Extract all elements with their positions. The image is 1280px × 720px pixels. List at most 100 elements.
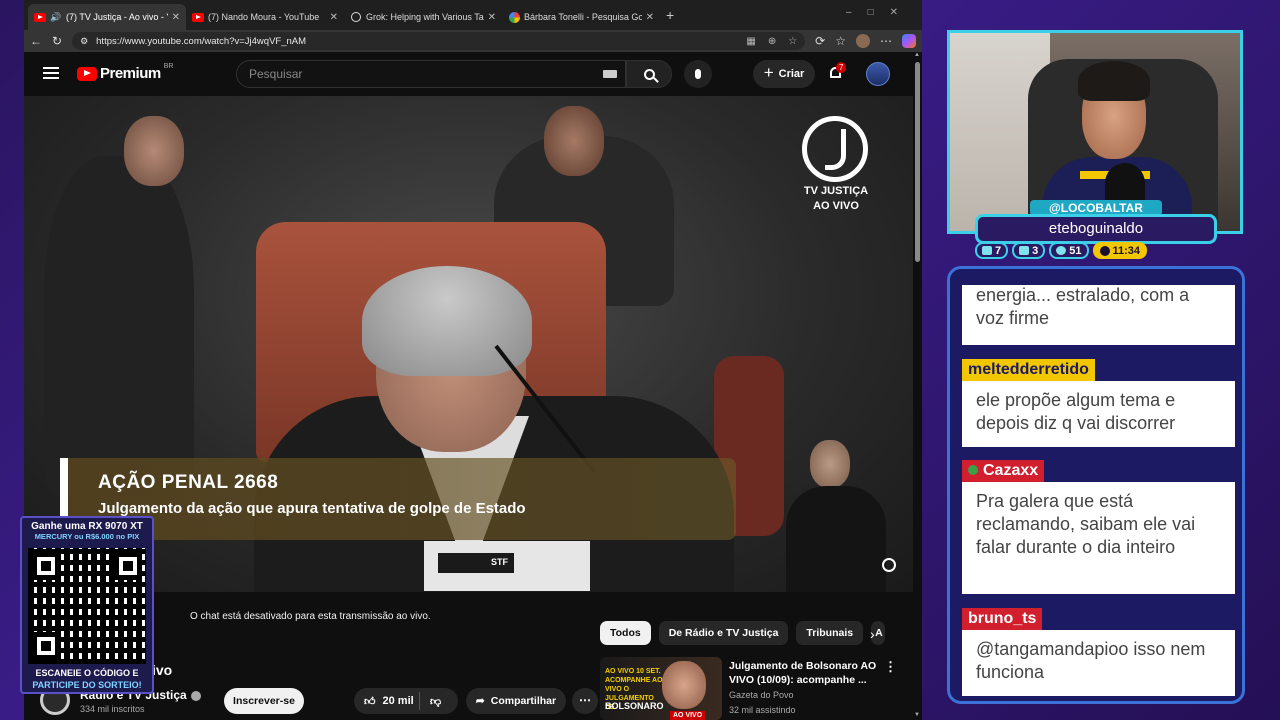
page-scrollbar[interactable]: ▲ ▼ [913, 52, 922, 720]
close-icon[interactable]: ✕ [646, 12, 654, 23]
microphone-icon [695, 69, 701, 79]
lower-third-caption: AÇÃO PENAL 2668 Julgamento da ação que a… [60, 458, 736, 540]
tab-title: (7) TV Justiça - Ao vivo - YouTube [66, 12, 168, 22]
chat-username: Cazaxx [962, 460, 1045, 482]
chat-username-text: Cazaxx [983, 462, 1039, 479]
stat-video: 3 [1012, 242, 1046, 259]
search-input[interactable]: Pesquisar [236, 60, 626, 88]
watermark-line1: TV JUSTIÇA [803, 185, 869, 197]
notifications-button[interactable]: 7 [827, 62, 847, 84]
chat-username: bruno_ts [962, 608, 1043, 630]
back-icon[interactable]: ← [30, 34, 42, 48]
chip-channel[interactable]: De Rádio e TV Justiça [658, 621, 789, 645]
chip-tribunais[interactable]: Tribunais [796, 621, 864, 645]
speaker-icon[interactable]: 🔊 [50, 11, 62, 23]
like-count: 20 mil [382, 695, 414, 707]
star-icon[interactable]: ☆ [788, 36, 797, 47]
youtube-play-icon [77, 66, 97, 81]
promo-subline: MERCURY ou R$6.000 no PIX [34, 532, 140, 541]
stat-chat: 7 [975, 242, 1009, 259]
video-player[interactable]: TV JUSTIÇA AO VIVO AÇÃO PENAL 2668 Julga… [24, 96, 914, 592]
favorites-icon[interactable]: ☆ [835, 34, 846, 48]
close-icon[interactable]: ✕ [330, 12, 338, 23]
watermark-line2: AO VIVO [813, 200, 859, 212]
keyboard-icon[interactable] [603, 70, 617, 78]
stat-value: 11:34 [1112, 244, 1141, 257]
scroll-down-icon[interactable]: ▼ [914, 712, 920, 718]
chip-todos[interactable]: Todos [600, 621, 651, 645]
caption-subtitle: Julgamento da ação que apura tentativa d… [98, 500, 526, 517]
youtube-logo[interactable]: Premium BR [77, 63, 174, 82]
youtube-icon [192, 11, 204, 23]
stat-value: 51 [1069, 244, 1082, 257]
reload-icon[interactable]: ↻ [52, 34, 62, 48]
chat-message-text: @tangamandapioo isso nem funciona [976, 639, 1206, 682]
tab-grok[interactable]: Grok: Helping with Various Tasks ✕ [344, 4, 502, 30]
copilot-icon[interactable] [902, 34, 916, 48]
url-field[interactable]: ⚙ https://www.youtube.com/watch?v=Jj4wqV… [72, 32, 806, 50]
tab-nando-moura[interactable]: (7) Nando Moura - YouTube ✕ [186, 4, 344, 30]
giveaway-qr-overlay: Ganhe uma RX 9070 XT MERCURY ou R$6.000 … [20, 516, 154, 694]
plus-icon: + [763, 63, 774, 82]
badge-icon [968, 465, 978, 475]
video-icon [1019, 246, 1030, 255]
window-controls[interactable]: –□✕ [846, 7, 914, 18]
profile-avatar[interactable] [856, 34, 870, 48]
tab-tv-justica[interactable]: 🔊 (7) TV Justiça - Ao vivo - YouTube ✕ [28, 4, 186, 30]
close-icon[interactable]: ✕ [172, 12, 180, 23]
youtube-icon [34, 11, 46, 23]
hamburger-menu-icon[interactable] [43, 67, 59, 79]
notification-badge: 7 [836, 62, 847, 73]
recommended-channel[interactable]: Gazeta do Povo [729, 690, 794, 700]
interpreter-face [810, 440, 850, 488]
zoom-icon[interactable]: ⊕ [768, 36, 776, 47]
create-label: Criar [778, 68, 805, 80]
more-menu-icon[interactable]: ⋯ [880, 34, 892, 48]
recommended-title[interactable]: Julgamento de Bolsonaro AO VIVO (10/09):… [729, 659, 877, 687]
more-actions-button[interactable]: ⋯ [572, 688, 598, 714]
stf-nameplate: STF [424, 541, 590, 591]
scroll-up-icon[interactable]: ▲ [914, 52, 920, 58]
search-icon [643, 68, 655, 80]
background-person [44, 156, 194, 496]
more-vertical-icon[interactable]: ⋮ [884, 659, 897, 675]
background-face [124, 116, 184, 186]
background-face [544, 106, 604, 176]
subscribe-button[interactable]: Inscrever-se [224, 688, 304, 714]
users-icon [1056, 246, 1067, 255]
video-thumbnail[interactable]: AO VIVO 10 SET. ACOMPANHE AO VIVO O JULG… [600, 657, 722, 720]
apps-icon[interactable]: ▦ [746, 36, 755, 47]
chat-username: meltedderretido [962, 359, 1095, 381]
search-placeholder: Pesquisar [249, 67, 303, 81]
voice-search-button[interactable] [684, 60, 712, 88]
thumbs-down-icon: 👎︎ [430, 695, 442, 708]
logo-region: BR [163, 63, 174, 70]
tab-google[interactable]: Bárbara Tonelli - Pesquisa Google ✕ [502, 4, 660, 30]
stat-timer: 11:34 [1092, 242, 1148, 259]
site-info-icon[interactable]: ⚙ [80, 36, 88, 47]
browser-window: 🔊 (7) TV Justiça - Ao vivo - YouTube ✕ (… [24, 0, 922, 720]
share-icon: ➦ [475, 695, 485, 707]
chat-message-text: energia... estralado, com a voz firme [976, 285, 1190, 328]
share-label: Compartilhar [490, 695, 557, 707]
tv-justica-watermark: TV JUSTIÇA AO VIVO [789, 184, 883, 214]
chat-message: Pra galera que está reclamando, saibam e… [962, 482, 1235, 594]
chevron-right-icon[interactable]: › [870, 626, 875, 642]
clock-icon [1099, 245, 1110, 256]
search-button[interactable] [626, 60, 672, 88]
stat-value: 7 [995, 244, 1002, 257]
dislike-button[interactable]: 👎︎ [420, 695, 441, 708]
new-tab-button[interactable]: + [666, 7, 674, 23]
close-icon[interactable]: ✕ [488, 12, 496, 23]
like-button[interactable]: 👍︎ 20 mil [354, 692, 420, 710]
account-avatar[interactable] [866, 62, 890, 86]
extensions-icon[interactable]: ⟳ [815, 34, 825, 48]
corner-watermark [874, 558, 904, 574]
share-button[interactable]: ➦ Compartilhar [466, 688, 566, 714]
chat-message-text: ele propõe algum tema e depois diz q vai… [976, 390, 1176, 433]
scroll-thumb[interactable] [915, 62, 920, 262]
recommended-video[interactable]: AO VIVO 10 SET. ACOMPANHE AO VIVO O JULG… [600, 657, 900, 720]
url-text: https://www.youtube.com/watch?v=Jj4wqVF_… [96, 35, 307, 47]
recommended-viewers: 32 mil assistindo [729, 705, 796, 715]
create-button[interactable]: + Criar [753, 60, 815, 88]
